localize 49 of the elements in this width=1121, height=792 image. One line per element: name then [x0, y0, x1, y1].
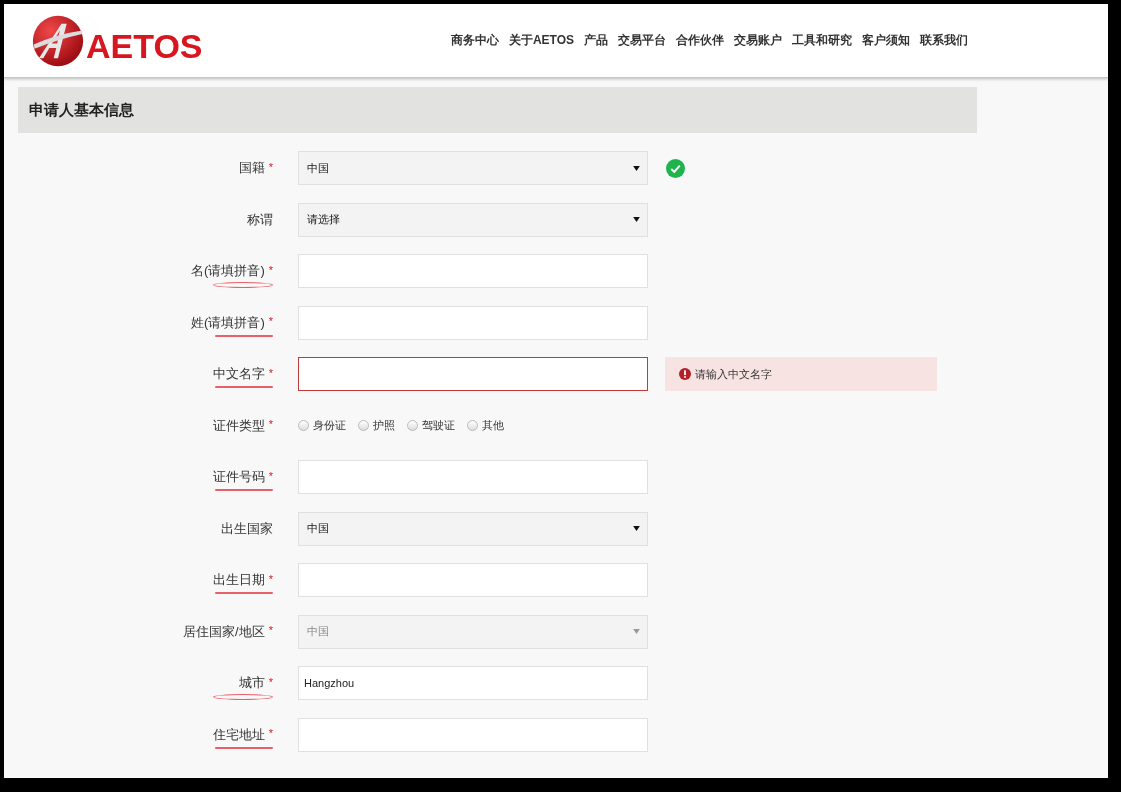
nav-link[interactable]: 联系我们: [920, 32, 968, 49]
field-label: 中文名字: [212, 365, 265, 383]
radio-option[interactable]: 其他: [467, 418, 504, 433]
logo-text: AETOS: [86, 27, 203, 66]
required-mark: *: [268, 418, 273, 430]
input-field[interactable]: Hangzhou: [298, 666, 648, 700]
field-label: 证件号码: [212, 468, 265, 486]
logo-globe-icon: [32, 14, 84, 67]
nav-link[interactable]: 商务中心: [450, 32, 499, 49]
section-title: 申请人基本信息: [29, 100, 134, 120]
alert-icon: [679, 368, 691, 380]
required-mark: *: [268, 727, 273, 739]
required-mark: *: [268, 315, 273, 327]
caret-icon: [633, 526, 640, 531]
field-label: 城市: [238, 674, 265, 692]
nav-link[interactable]: 交易平台: [618, 32, 666, 49]
required-mark: *: [268, 572, 273, 585]
field-label: 证件类型: [212, 416, 265, 435]
caret-icon: [633, 217, 640, 222]
radio-option[interactable]: 驾驶证: [407, 418, 455, 433]
field-label: 名(请填拼音): [191, 262, 265, 280]
input-field[interactable]: [298, 357, 648, 391]
field-label: 住宅地址: [212, 725, 265, 744]
required-mark: *: [268, 675, 273, 688]
nav-link[interactable]: 产品: [584, 32, 608, 49]
dropdown[interactable]: 请选择: [298, 202, 648, 237]
required-mark: *: [268, 469, 273, 482]
required-mark: *: [268, 366, 273, 379]
dropdown[interactable]: 中国: [298, 151, 648, 185]
required-mark: *: [268, 624, 273, 636]
required-mark: *: [268, 160, 273, 173]
nav-link[interactable]: 合作伙伴: [676, 32, 724, 49]
field-label: 称谓: [247, 210, 273, 229]
caret-icon: [633, 629, 640, 634]
radio-option[interactable]: 身份证: [298, 418, 346, 433]
nav-link[interactable]: 关于AETOS: [508, 32, 574, 49]
field-label: 出生日期: [212, 571, 265, 589]
error-message: 请输入中文名字: [695, 366, 772, 382]
radio-option[interactable]: 护照: [358, 418, 395, 433]
required-mark: *: [268, 263, 273, 276]
field-label: 出生国家: [221, 519, 273, 538]
nav-link[interactable]: 交易账户: [734, 32, 782, 49]
field-label: 国籍: [238, 159, 265, 177]
field-label: 姓(请填拼音): [191, 313, 265, 332]
nav-link[interactable]: 工具和研究: [792, 32, 852, 49]
nav-link[interactable]: 客户须知: [862, 32, 910, 49]
caret-icon: [633, 165, 640, 171]
field-label: 居住国家/地区: [183, 622, 265, 641]
dropdown[interactable]: 中国: [298, 511, 648, 546]
